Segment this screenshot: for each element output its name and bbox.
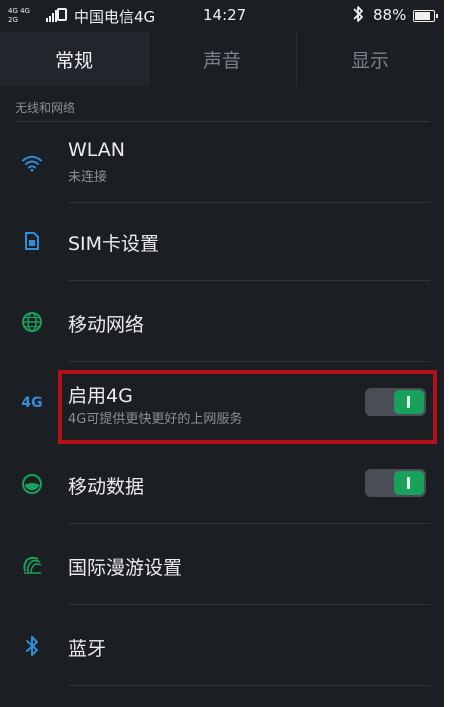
setting-title: 国际漫游设置 xyxy=(68,557,183,579)
mobile-data-toggle[interactable] xyxy=(365,469,426,497)
network-type-bottom: 2G xyxy=(8,16,18,24)
setting-title: 移动网络 xyxy=(68,314,145,336)
setting-title: 移动数据 xyxy=(68,476,145,498)
setting-row-enable-4g[interactable]: 4G 启用4G 4G可提供更快更好的上网服务 xyxy=(0,362,444,443)
setting-row-mobile-network[interactable]: 移动网络 xyxy=(0,281,444,362)
setting-row-mobile-data[interactable]: 移动数据 xyxy=(0,443,444,524)
sim-status-icon xyxy=(57,8,67,21)
setting-title: 蓝牙 xyxy=(68,638,107,660)
signal-indicator: 4G 4G 2G xyxy=(8,7,58,25)
bluetooth-icon xyxy=(20,634,44,658)
tab-general[interactable]: 常规 xyxy=(0,32,148,86)
tab-divider xyxy=(296,32,297,86)
tab-divider xyxy=(148,32,149,86)
status-bar: 4G 4G 2G 中国电信4G 14:27 88% xyxy=(0,0,444,32)
setting-row-sim[interactable]: SIM卡设置 xyxy=(0,200,444,281)
sim-card-icon xyxy=(20,229,44,253)
toggle-knob xyxy=(394,471,424,495)
network-type-top: 4G 4G xyxy=(8,7,30,15)
section-title: 无线和网络 xyxy=(15,101,76,115)
setting-row-bluetooth[interactable]: 蓝牙 xyxy=(0,605,444,686)
wifi-icon xyxy=(20,151,44,175)
setting-title: 启用4G xyxy=(68,385,133,407)
carrier-name: 中国电信4G xyxy=(74,8,156,26)
battery-percentage: 88% xyxy=(373,6,407,24)
signal-bars-icon xyxy=(46,10,57,22)
4g-icon: 4G xyxy=(21,394,43,411)
bluetooth-status-icon xyxy=(352,5,364,27)
setting-title: WLAN xyxy=(68,139,126,161)
clock: 14:27 xyxy=(203,6,247,24)
setting-subtitle: 4G可提供更快更好的上网服务 xyxy=(68,412,243,427)
setting-title: SIM卡设置 xyxy=(68,233,160,255)
setting-row-wlan[interactable]: WLAN 未连接 xyxy=(0,122,444,203)
tab-display[interactable]: 显示 xyxy=(296,32,444,86)
globe-icon xyxy=(20,310,44,334)
roaming-globe-icon xyxy=(20,553,44,577)
setting-subtitle: 未连接 xyxy=(68,170,108,185)
settings-screen: 4G 4G 2G 中国电信4G 14:27 88% 常规 声音 显示 无线和网络 xyxy=(0,0,444,707)
toggle-knob xyxy=(394,390,424,414)
battery-icon xyxy=(413,10,438,22)
setting-row-roaming[interactable]: 国际漫游设置 xyxy=(0,524,444,605)
tab-bar: 常规 声音 显示 xyxy=(0,32,444,86)
enable-4g-toggle[interactable] xyxy=(365,388,426,416)
row-divider xyxy=(68,685,430,686)
tab-sound[interactable]: 声音 xyxy=(148,32,296,86)
mobile-data-icon xyxy=(20,472,44,496)
